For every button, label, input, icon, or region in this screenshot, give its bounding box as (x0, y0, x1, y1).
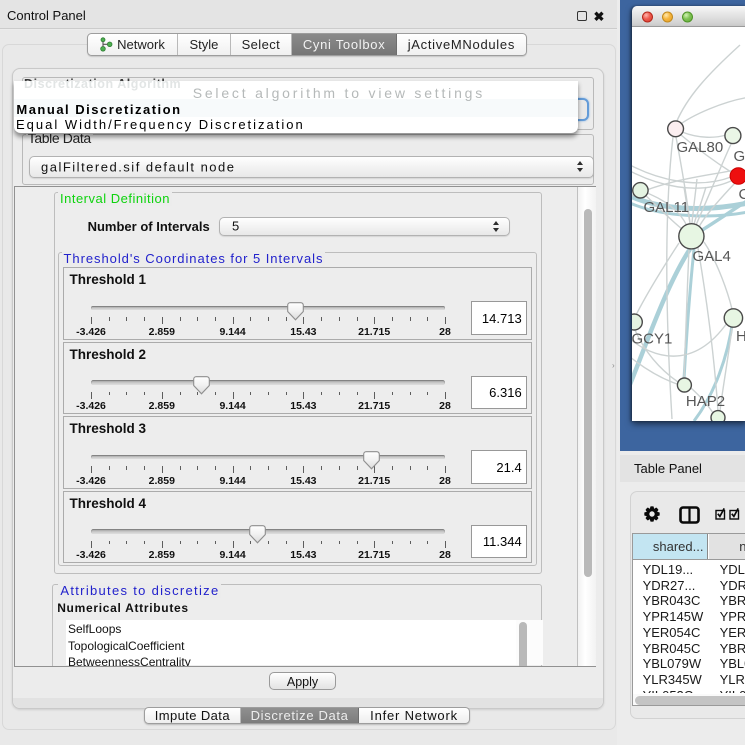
svg-text:GAL11: GAL11 (643, 199, 689, 216)
svg-text:GAL4: GAL4 (692, 248, 730, 265)
svg-text:GAL80: GAL80 (676, 139, 723, 156)
svg-text:C: C (738, 186, 745, 203)
svg-text:H: H (736, 328, 745, 345)
svg-text:HAP2: HAP2 (685, 393, 724, 410)
svg-text:GAL: GAL (733, 148, 745, 165)
svg-text:GCY1: GCY1 (632, 330, 672, 347)
